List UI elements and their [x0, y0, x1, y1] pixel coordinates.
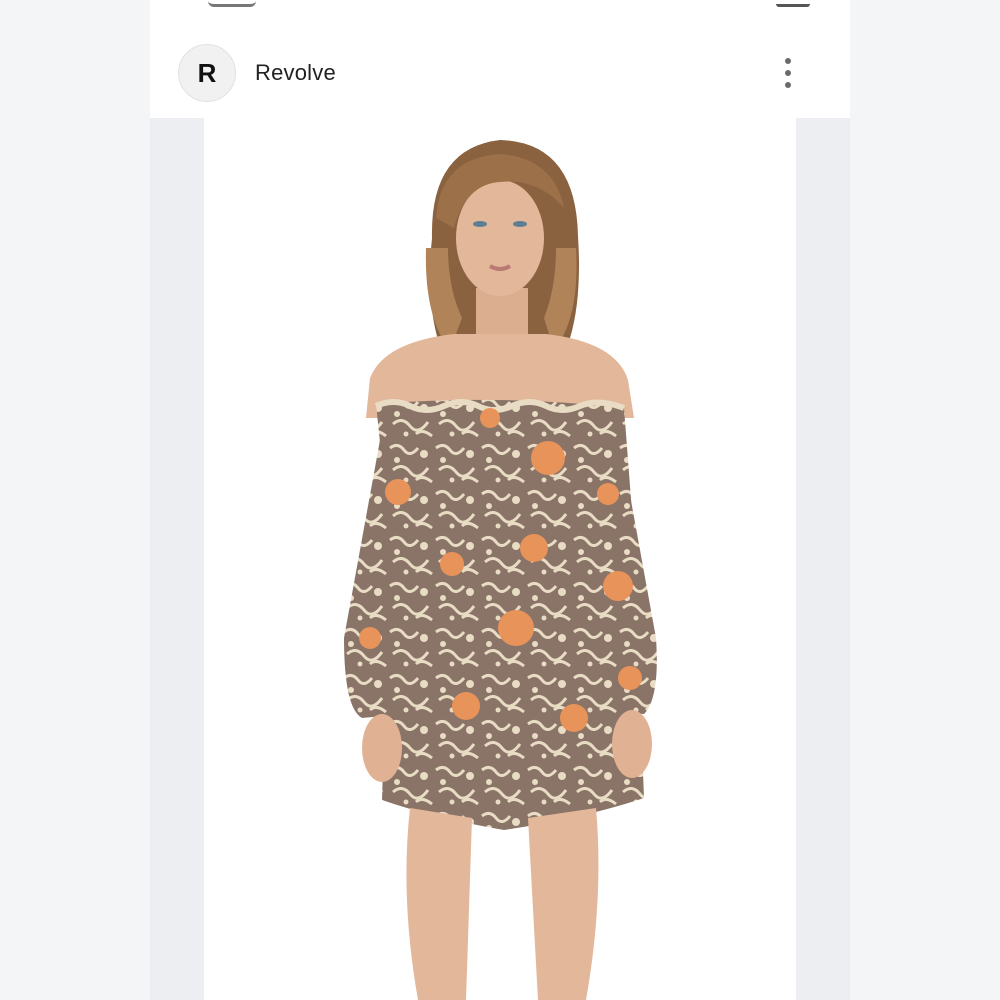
app-header: R Revolve	[150, 36, 850, 112]
status-bar	[150, 0, 850, 10]
image-viewer	[150, 118, 850, 1000]
status-time-fragment	[208, 0, 256, 7]
model-illustration	[344, 140, 657, 1000]
product-image[interactable]	[204, 118, 796, 1000]
avatar-letter: R	[197, 57, 217, 88]
left-margin	[0, 0, 150, 1000]
more-vertical-icon[interactable]	[778, 58, 798, 88]
right-margin	[850, 0, 1000, 1000]
battery-icon	[776, 0, 810, 7]
store-avatar[interactable]: R	[178, 44, 236, 102]
store-name[interactable]: Revolve	[255, 60, 336, 86]
phone-screen: R Revolve	[150, 0, 850, 1000]
